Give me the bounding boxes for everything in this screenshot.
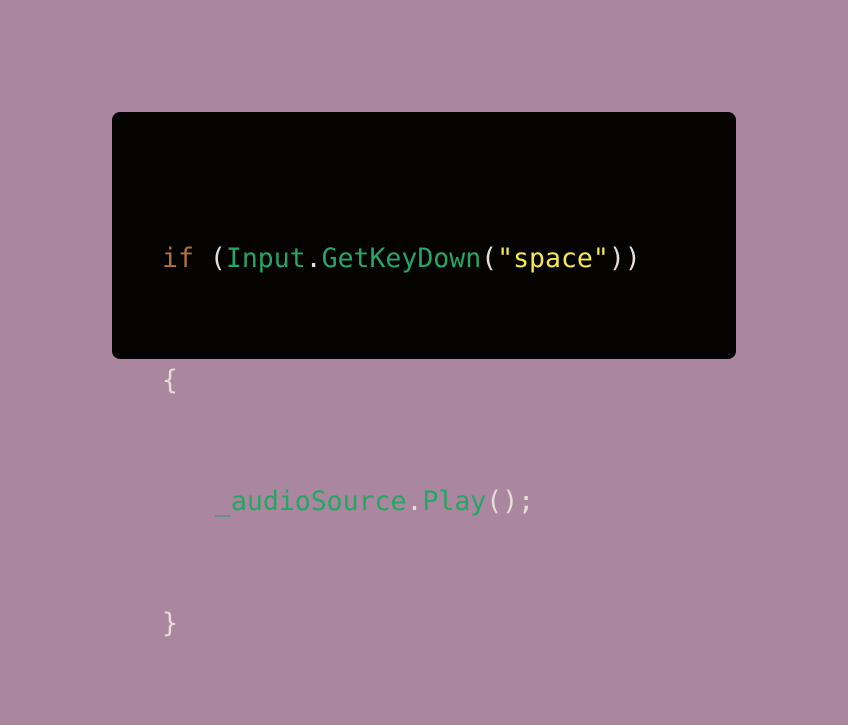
code-block: if (Input.GetKeyDown("space")) { _audioS… [162, 158, 641, 725]
keyword-if: if [162, 243, 194, 274]
call-open-paren: ( [481, 243, 498, 274]
code-line-4: } [162, 604, 641, 645]
close-brace: } [162, 607, 178, 639]
object-audiosource: _audioSource [215, 486, 407, 517]
close-parens: )) [608, 243, 641, 274]
string-literal-space: "space" [497, 243, 609, 274]
code-line-2: { [162, 361, 641, 402]
open-brace: { [162, 364, 178, 396]
code-line-1: if (Input.GetKeyDown("space")) [162, 239, 641, 280]
call-parens-semicolon: (); [486, 486, 535, 517]
open-paren: ( [209, 243, 226, 274]
dot-operator: . [406, 486, 423, 517]
method-getkeydown: GetKeyDown [321, 243, 482, 274]
code-line-3: _audioSource.Play(); [162, 482, 641, 523]
method-play: Play [422, 486, 487, 517]
class-name-input: Input [225, 243, 306, 274]
code-snippet-card: if (Input.GetKeyDown("space")) { _audioS… [112, 112, 736, 639]
dot-operator: . [305, 243, 322, 274]
